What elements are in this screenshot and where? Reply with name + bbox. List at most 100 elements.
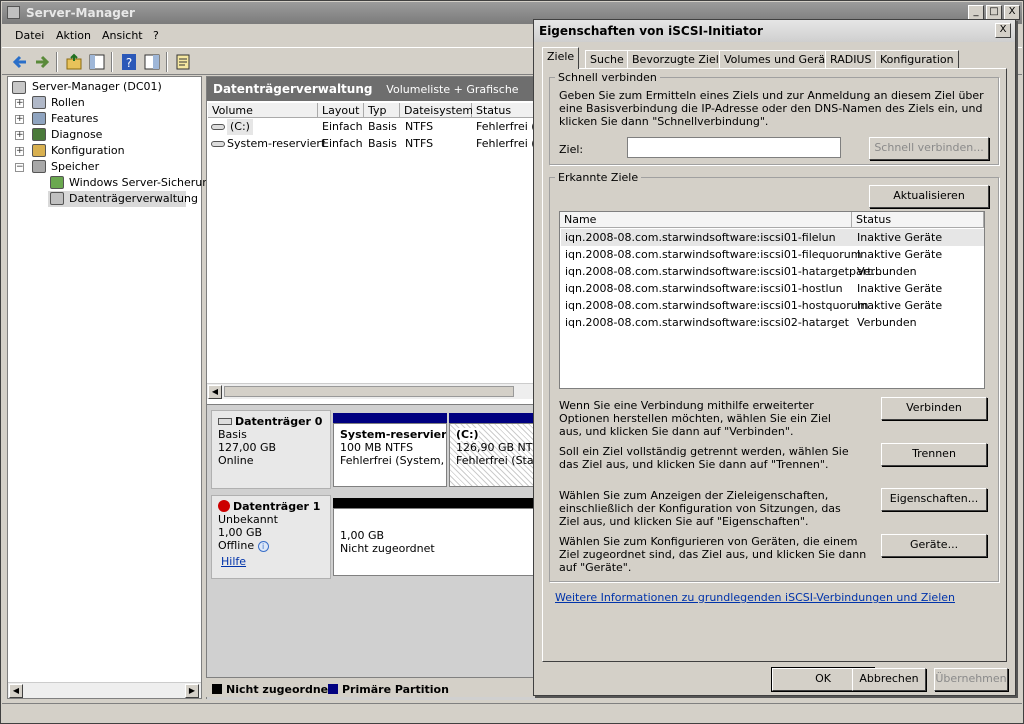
target-status: Inaktive Geräte bbox=[857, 248, 943, 261]
volume-icon bbox=[211, 124, 225, 130]
expand-icon[interactable]: + bbox=[15, 99, 24, 108]
list-item[interactable]: iqn.2008-08.com.starwindsoftware:iscsi01… bbox=[561, 263, 984, 280]
legend-primary: Primäre Partition bbox=[328, 683, 449, 696]
up-folder-icon[interactable] bbox=[64, 52, 84, 72]
properties-button[interactable]: Eigenschaften... bbox=[881, 488, 987, 511]
tree-item-rollen[interactable]: + Rollen bbox=[14, 95, 194, 111]
volume-list-scrollbar[interactable]: ◀ bbox=[207, 383, 535, 399]
expand-icon[interactable]: + bbox=[15, 147, 24, 156]
disconnect-button[interactable]: Trennen bbox=[881, 443, 987, 466]
target-label: Ziel: bbox=[559, 143, 584, 156]
tab-bevorzugte-ziele[interactable]: Bevorzugte Ziele bbox=[627, 50, 731, 68]
disk-1-type: Unbekannt bbox=[218, 513, 278, 526]
maximize-button[interactable]: □ bbox=[986, 5, 1002, 20]
column-status[interactable]: Status bbox=[472, 103, 537, 118]
partition-bar-unallocated bbox=[333, 498, 537, 508]
partition-system-reserved[interactable]: System-reservier 100 MB NTFS Fehlerfrei … bbox=[333, 423, 447, 487]
tree-item-datentraegerverwaltung[interactable]: Datenträgerverwaltung bbox=[48, 191, 198, 207]
toolbar-separator bbox=[111, 52, 113, 72]
volume-icon bbox=[211, 141, 225, 147]
list-item[interactable]: iqn.2008-08.com.starwindsoftware:iscsi01… bbox=[561, 229, 984, 246]
properties-icon[interactable] bbox=[173, 52, 193, 72]
status-bar bbox=[2, 703, 1022, 723]
target-status: Inaktive Geräte bbox=[857, 231, 943, 244]
legend-unallocated: Nicht zugeordnet bbox=[212, 683, 333, 696]
backup-icon bbox=[50, 176, 64, 189]
tab-suche[interactable]: Suche bbox=[585, 50, 629, 68]
menu-help[interactable]: ? bbox=[153, 29, 159, 42]
devices-button[interactable]: Geräte... bbox=[881, 534, 987, 557]
connect-button[interactable]: Verbinden bbox=[881, 397, 987, 420]
disk-0-info[interactable]: Datenträger 0 Basis 127,00 GB Online bbox=[211, 410, 331, 489]
found-targets-label: Erkannte Ziele bbox=[555, 171, 642, 184]
back-arrow-icon[interactable] bbox=[10, 52, 30, 72]
main-window-title: Server-Manager bbox=[26, 6, 135, 20]
disconnect-description: Soll ein Ziel vollständig getrennt werde… bbox=[559, 445, 849, 471]
disk-0-size: 127,00 GB bbox=[218, 441, 277, 454]
refresh-button[interactable]: Aktualisieren bbox=[869, 185, 989, 208]
target-name: iqn.2008-08.com.starwindsoftware:iscsi01… bbox=[565, 299, 869, 312]
tab-volumes-und-geraete[interactable]: Volumes und Geräte bbox=[719, 50, 842, 68]
scroll-thumb[interactable] bbox=[224, 386, 514, 397]
partition-c[interactable]: (C:) 126,90 GB NTFS Fehlerfrei (Start bbox=[449, 423, 537, 487]
show-hide-tree-icon[interactable] bbox=[87, 52, 107, 72]
quick-connect-description: Geben Sie zum Ermitteln eines Ziels und … bbox=[559, 89, 984, 128]
list-item[interactable]: iqn.2008-08.com.starwindsoftware:iscsi01… bbox=[561, 280, 984, 297]
dialog-title-bar[interactable]: Eigenschaften von iSCSI-Initiator bbox=[534, 20, 1015, 42]
scroll-left-icon[interactable]: ◀ bbox=[9, 684, 23, 698]
list-column-status[interactable]: Status bbox=[852, 212, 984, 228]
targets-list[interactable]: Name Status iqn.2008-08.com.starwindsoft… bbox=[559, 211, 985, 389]
disk-0-state: Online bbox=[218, 454, 254, 467]
minimize-button[interactable]: _ bbox=[968, 5, 984, 20]
legend-bar: Nicht zugeordnet Primäre Partition bbox=[206, 677, 536, 697]
list-item[interactable]: iqn.2008-08.com.starwindsoftware:iscsi01… bbox=[561, 297, 984, 314]
tab-radius[interactable]: RADIUS bbox=[825, 50, 877, 68]
column-volume[interactable]: Volume bbox=[208, 103, 318, 118]
collapse-icon[interactable]: − bbox=[15, 163, 24, 172]
tab-konfiguration[interactable]: Konfiguration bbox=[875, 50, 959, 68]
scroll-right-icon[interactable]: ▶ bbox=[185, 684, 199, 698]
list-item[interactable]: iqn.2008-08.com.starwindsoftware:iscsi01… bbox=[561, 246, 984, 263]
disk-1-info[interactable]: Datenträger 1 Unbekannt 1,00 GB Offline … bbox=[211, 495, 331, 579]
disk-1-name: Datenträger 1 bbox=[218, 500, 324, 513]
expand-icon[interactable]: + bbox=[15, 115, 24, 124]
list-column-name[interactable]: Name bbox=[560, 212, 852, 228]
help-link[interactable]: Hilfe bbox=[221, 555, 324, 568]
menu-ansicht[interactable]: Ansicht bbox=[102, 29, 143, 42]
quick-connect-button[interactable]: Schnell verbinden... bbox=[869, 137, 989, 160]
column-layout[interactable]: Layout bbox=[318, 103, 364, 118]
forward-arrow-icon[interactable] bbox=[32, 52, 52, 72]
dialog-close-button[interactable]: X bbox=[995, 23, 1011, 38]
roles-icon bbox=[32, 96, 46, 109]
scroll-left-icon[interactable]: ◀ bbox=[208, 385, 222, 399]
apply-button[interactable]: Übernehmen bbox=[934, 668, 1008, 691]
list-item[interactable]: iqn.2008-08.com.starwindsoftware:iscsi02… bbox=[561, 314, 984, 331]
partition-bar-primary bbox=[449, 413, 537, 423]
tab-ziele[interactable]: Ziele bbox=[542, 47, 580, 69]
cancel-button[interactable]: Abbrechen bbox=[852, 668, 926, 691]
disk-icon bbox=[218, 418, 232, 425]
tree-item-windows-server-sicherung[interactable]: Windows Server-Sicherung bbox=[48, 175, 216, 191]
disk-1-state: Offline i bbox=[218, 539, 324, 552]
target-name: iqn.2008-08.com.starwindsoftware:iscsi01… bbox=[565, 248, 862, 261]
help-icon[interactable]: ? bbox=[119, 52, 139, 72]
menu-datei[interactable]: Datei bbox=[15, 29, 44, 42]
tree-item-features[interactable]: + Features bbox=[14, 111, 194, 127]
target-name: iqn.2008-08.com.starwindsoftware:iscsi01… bbox=[565, 231, 836, 244]
show-hide-action-pane-icon[interactable] bbox=[142, 52, 162, 72]
quick-connect-label: Schnell verbinden bbox=[555, 71, 660, 84]
info-icon[interactable]: i bbox=[257, 541, 269, 552]
partition-unallocated[interactable]: 1,00 GB Nicht zugeordnet bbox=[333, 508, 537, 576]
tree-horizontal-scrollbar[interactable]: ◀ ▶ bbox=[8, 682, 201, 698]
more-info-link[interactable]: Weitere Informationen zu grundlegenden i… bbox=[555, 591, 955, 604]
column-typ[interactable]: Typ bbox=[364, 103, 400, 118]
target-input[interactable] bbox=[627, 137, 841, 158]
column-dateisystem[interactable]: Dateisystem bbox=[400, 103, 473, 118]
tree-item-konfiguration[interactable]: + Konfiguration bbox=[14, 143, 194, 159]
target-name: iqn.2008-08.com.starwindsoftware:iscsi02… bbox=[565, 316, 849, 329]
tree-item-diagnose[interactable]: + Diagnose bbox=[14, 127, 194, 143]
tree-item-speicher[interactable]: − Speicher bbox=[14, 159, 194, 175]
menu-aktion[interactable]: Aktion bbox=[56, 29, 91, 42]
close-button[interactable]: X bbox=[1004, 5, 1020, 20]
expand-icon[interactable]: + bbox=[15, 131, 24, 140]
